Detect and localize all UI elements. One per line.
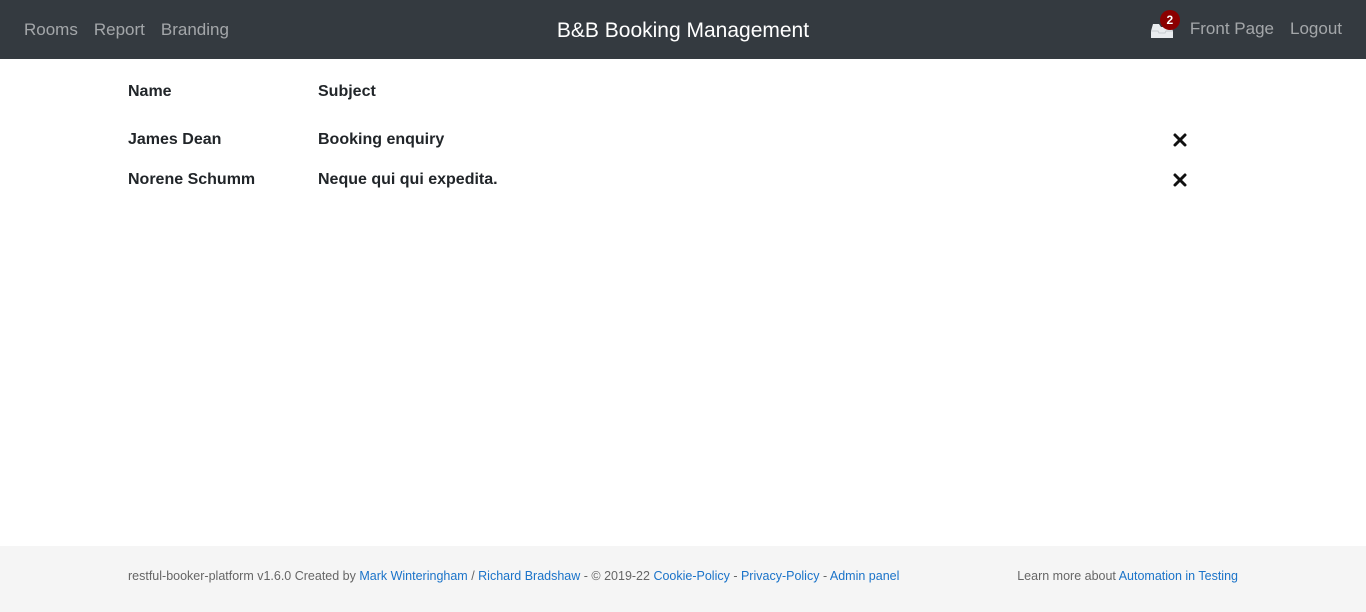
delete-message-button[interactable] [1172, 132, 1188, 148]
learn-more-text: Learn more about [1017, 569, 1119, 583]
messages-header-row: Name Subject [128, 82, 1238, 130]
subject-column-header: Subject [318, 83, 376, 100]
unread-count-badge: 2 [1159, 9, 1180, 30]
close-icon [1173, 173, 1187, 187]
footer-dash: - [819, 569, 830, 583]
messages-list: Name Subject James Dean Booking enquiry … [128, 82, 1238, 210]
nav-report-link[interactable]: Report [94, 20, 145, 40]
privacy-policy-link[interactable]: Privacy-Policy [741, 569, 820, 583]
delete-message-button[interactable] [1172, 172, 1188, 188]
message-row: James Dean Booking enquiry [128, 130, 1238, 170]
nav-links: Rooms Report Branding [24, 0, 245, 59]
top-navbar: Rooms Report Branding B&B Booking Manage… [0, 0, 1366, 59]
footer-learn-more: Learn more about Automation in Testing [1017, 569, 1238, 583]
nav-branding-link[interactable]: Branding [161, 20, 229, 40]
message-name: James Dean [128, 131, 222, 148]
footer-separator: / [467, 569, 479, 583]
footer-dash: - [729, 569, 741, 583]
footer-version-text: restful-booker-platform v1.6.0 Created b… [128, 569, 360, 583]
author-mark-link[interactable]: Mark Winteringham [359, 569, 467, 583]
author-richard-link[interactable]: Richard Bradshaw [478, 569, 580, 583]
logout-link[interactable]: Logout [1290, 19, 1342, 39]
message-name: Norene Schumm [128, 171, 256, 188]
admin-panel-link[interactable]: Admin panel [830, 569, 900, 583]
close-icon [1173, 133, 1187, 147]
message-row: Norene Schumm Neque qui qui expedita. [128, 170, 1238, 210]
messages-inbox-button[interactable]: 2 [1150, 9, 1180, 39]
page-footer: restful-booker-platform v1.6.0 Created b… [0, 546, 1366, 612]
name-column-header: Name [128, 83, 172, 100]
nav-rooms-link[interactable]: Rooms [24, 20, 78, 40]
footer-credits: restful-booker-platform v1.6.0 Created b… [128, 569, 899, 583]
message-subject: Booking enquiry [318, 131, 445, 148]
message-subject: Neque qui qui expedita. [318, 171, 498, 188]
nav-right-group: 2 Front Page Logout [1150, 0, 1342, 57]
automation-in-testing-link[interactable]: Automation in Testing [1119, 569, 1238, 583]
front-page-link[interactable]: Front Page [1190, 19, 1274, 39]
footer-copyright: - © 2019-22 [580, 569, 654, 583]
cookie-policy-link[interactable]: Cookie-Policy [653, 569, 729, 583]
